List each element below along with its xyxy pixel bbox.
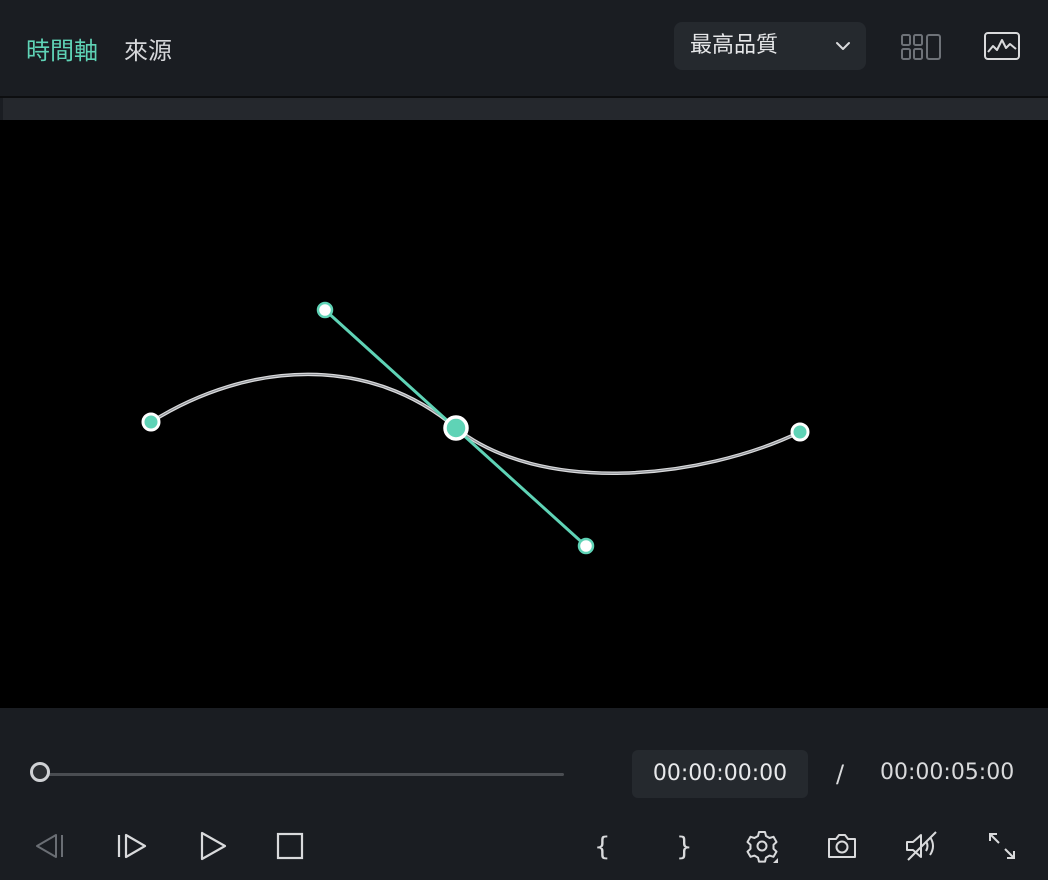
grid-layout-icon[interactable] (900, 33, 942, 61)
selected-anchor-point (443, 415, 469, 441)
motion-path-curve-inner (150, 373, 801, 474)
total-duration: 00:00:05:00 (880, 760, 1015, 785)
path-start-keyframe (141, 412, 161, 432)
preview-canvas[interactable] (0, 120, 1048, 708)
tab-timeline[interactable]: 時間軸 (26, 34, 98, 68)
svg-text:{: { (594, 832, 611, 862)
quality-selected-value: 最高品質 (690, 33, 779, 58)
mute-icon[interactable] (904, 828, 940, 864)
mark-out-icon[interactable]: } (666, 828, 702, 864)
viewer-top-strip (3, 98, 1048, 120)
svg-text:}: } (676, 832, 693, 862)
chevron-down-icon (834, 37, 852, 55)
playback-panel (0, 708, 1048, 880)
current-timecode[interactable]: 00:00:00:00 (632, 750, 808, 798)
motion-path-curve (150, 372, 801, 475)
playback-scrubber-handle[interactable] (30, 762, 50, 782)
fullscreen-icon[interactable] (984, 828, 1020, 864)
snapshot-icon[interactable] (824, 828, 860, 864)
play-icon[interactable] (196, 828, 232, 864)
path-end-keyframe (790, 422, 810, 442)
settings-icon[interactable] (744, 828, 780, 864)
waveform-monitor-icon[interactable] (983, 31, 1021, 61)
next-frame-icon[interactable] (114, 828, 150, 864)
previous-frame-icon[interactable] (32, 828, 68, 864)
quality-dropdown[interactable]: 最高品質 (674, 22, 866, 70)
timecode-separator: / (836, 760, 845, 788)
tangent-handle-in (316, 301, 334, 319)
tab-source[interactable]: 來源 (124, 34, 172, 68)
tangent-handle-out (577, 537, 595, 555)
mark-in-icon[interactable]: { (584, 828, 620, 864)
stop-icon[interactable] (272, 828, 308, 864)
playback-scrubber-track[interactable] (40, 773, 564, 776)
preview-header: 時間軸 來源 最高品質 (0, 0, 1048, 96)
